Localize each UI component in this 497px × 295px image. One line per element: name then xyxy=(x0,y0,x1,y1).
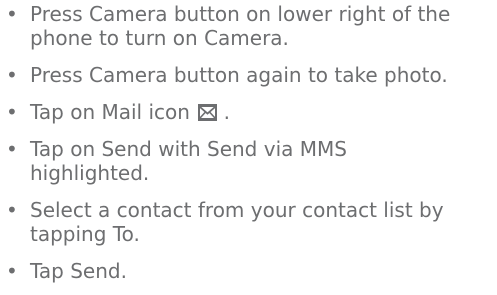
steps-list: • Press Camera button on lower right of … xyxy=(0,2,497,283)
step-text: Tap on Send with Send via MMS highlighte… xyxy=(30,137,347,185)
mail-icon xyxy=(198,104,218,121)
list-item: • Tap on Mail icon . xyxy=(0,100,497,124)
list-item: • Tap on Send with Send via MMS highligh… xyxy=(0,137,497,185)
step-text: Press Camera button on lower right of th… xyxy=(30,2,451,50)
step-text: Tap on Mail icon xyxy=(30,100,190,124)
list-item: • Tap Send. xyxy=(0,259,497,283)
bullet: • xyxy=(6,137,18,161)
step-text: Tap Send. xyxy=(30,259,127,283)
bullet: • xyxy=(6,198,18,222)
bullet: • xyxy=(6,2,18,26)
step-text: Select a contact from your contact list … xyxy=(30,198,444,246)
bullet: • xyxy=(6,100,18,124)
list-item: • Press Camera button again to take phot… xyxy=(0,63,497,87)
step-text-suffix: . xyxy=(223,100,231,124)
list-item: • Select a contact from your contact lis… xyxy=(0,198,497,246)
bullet: • xyxy=(6,63,18,87)
list-item: • Press Camera button on lower right of … xyxy=(0,2,497,50)
instruction-page: • Press Camera button on lower right of … xyxy=(0,0,497,295)
bullet: • xyxy=(6,259,18,283)
step-text: Press Camera button again to take photo. xyxy=(30,63,448,87)
